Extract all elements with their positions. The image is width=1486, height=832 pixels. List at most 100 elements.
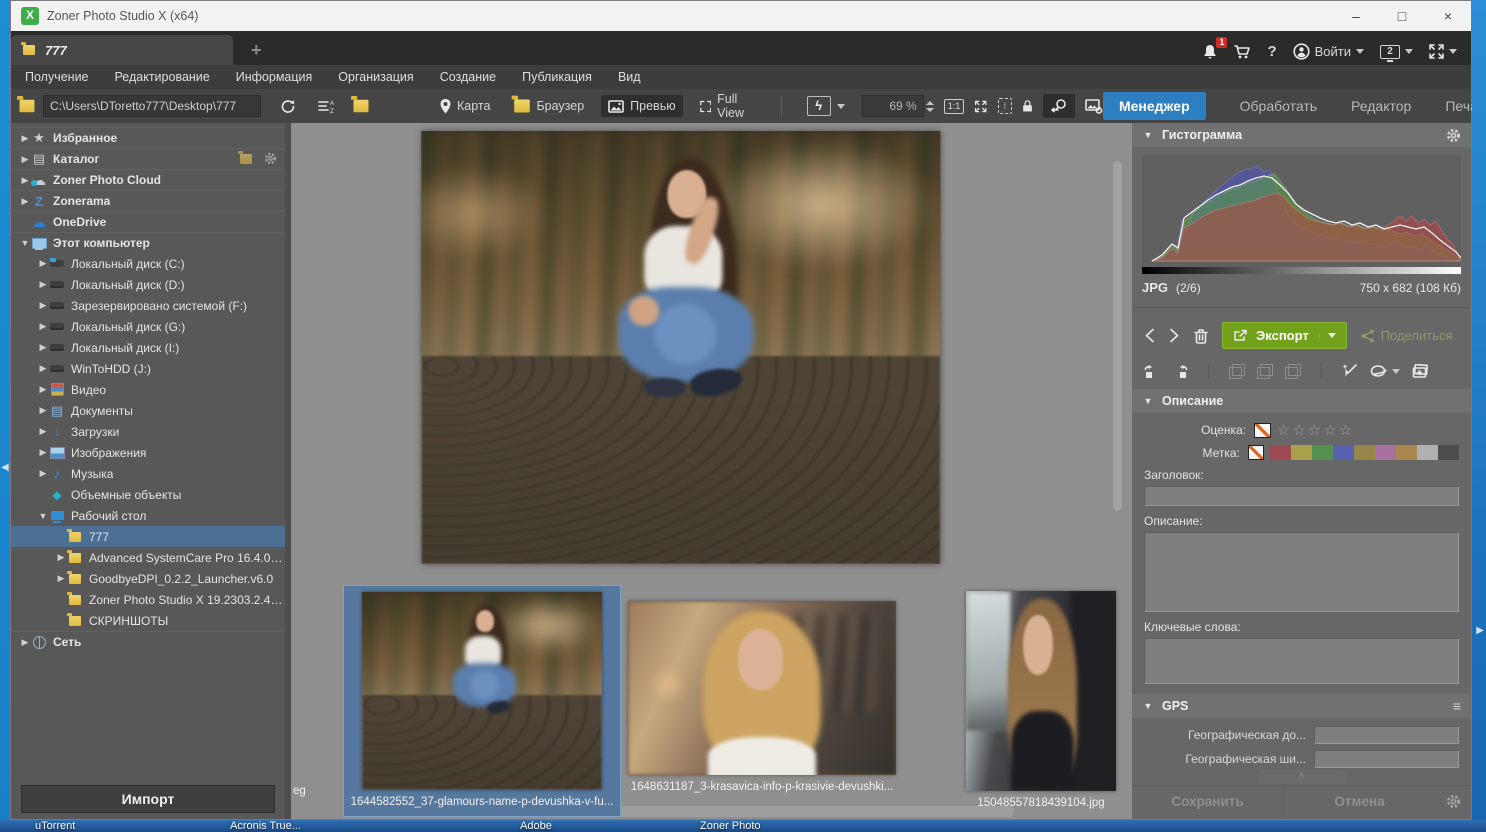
tree-expander-icon[interactable]: ▶ bbox=[37, 342, 49, 353]
sidebar-item-25[interactable]: ▶Сеть bbox=[11, 631, 285, 652]
menu-item-6[interactable]: Публикация bbox=[522, 70, 592, 84]
rating-none-icon[interactable] bbox=[1254, 423, 1271, 438]
sidebar-item-24[interactable]: СКРИНШОТЫ bbox=[11, 610, 285, 631]
menu-item-5[interactable]: Создание bbox=[440, 70, 496, 84]
desktop-icon-label-3[interactable]: Adobe bbox=[520, 820, 552, 832]
color-label-swatch-9[interactable] bbox=[1438, 445, 1459, 460]
tree-expander-icon[interactable]: ▶ bbox=[19, 637, 31, 648]
sidebar-item-19[interactable]: ▼Рабочий стол bbox=[11, 505, 285, 526]
keywords-field[interactable] bbox=[1144, 638, 1459, 684]
sidebar-item-14[interactable]: ▶Документы bbox=[11, 400, 285, 421]
sidebar-item-10[interactable]: ▶Локальный диск (G:) bbox=[11, 316, 285, 337]
zoom-1to1-button[interactable]: 1:1 bbox=[944, 99, 965, 114]
maximize-button[interactable]: □ bbox=[1379, 1, 1425, 31]
next-image-button[interactable] bbox=[1169, 328, 1180, 343]
menu-item-4[interactable]: Организация bbox=[338, 70, 413, 84]
zoom-level-field[interactable]: 69 % bbox=[862, 95, 924, 117]
remove-stack-button[interactable] bbox=[1257, 364, 1273, 378]
tree-expander-icon[interactable]: ▶ bbox=[37, 405, 49, 416]
tree-expander-icon[interactable]: ▶ bbox=[37, 258, 49, 269]
save-button[interactable]: Сохранить bbox=[1132, 786, 1283, 819]
color-label-swatch-4[interactable] bbox=[1333, 445, 1354, 460]
menu-item-2[interactable]: Редактирование bbox=[115, 70, 210, 84]
menu-item-7[interactable]: Вид bbox=[618, 70, 641, 84]
notifications-bell-icon[interactable]: 1 bbox=[1202, 44, 1218, 60]
color-label-swatch-7[interactable] bbox=[1396, 445, 1417, 460]
compare-images-button[interactable] bbox=[1085, 99, 1103, 114]
sidebar-item-22[interactable]: ▶GoodbyeDPI_0.2.2_Launcher.v6.0 bbox=[11, 568, 285, 589]
preview-button[interactable]: Превью bbox=[601, 95, 682, 117]
stack-info-button[interactable] bbox=[1285, 364, 1301, 378]
new-folder-icon[interactable] bbox=[351, 97, 371, 115]
share-button[interactable]: Поделиться bbox=[1361, 328, 1453, 343]
new-tab-button[interactable]: + bbox=[251, 40, 262, 65]
sort-icon[interactable]: AZ bbox=[318, 99, 335, 114]
copy-stack-button[interactable] bbox=[1229, 364, 1245, 378]
gps-menu-icon[interactable]: ≡ bbox=[1453, 698, 1461, 714]
catalog-gear-icon[interactable] bbox=[264, 152, 277, 165]
fullview-button[interactable]: Full View bbox=[693, 88, 763, 124]
cart-icon[interactable] bbox=[1234, 44, 1251, 60]
fullscreen-button[interactable] bbox=[1429, 44, 1457, 59]
delete-button[interactable] bbox=[1194, 328, 1208, 344]
add-folder-icon[interactable] bbox=[238, 152, 254, 166]
desktop-icon-label-1[interactable]: uTorrent bbox=[35, 820, 75, 832]
second-monitor-button[interactable]: 2 bbox=[1380, 45, 1413, 59]
sidebar-item-8[interactable]: ▶Локальный диск (D:) bbox=[11, 274, 285, 295]
sidebar-item-21[interactable]: ▶Advanced SystemCare Pro 16.4.0.22... bbox=[11, 547, 285, 568]
rotate-right-button[interactable] bbox=[1172, 364, 1188, 378]
gps-latitude-field[interactable] bbox=[1314, 750, 1459, 768]
refresh-icon[interactable] bbox=[280, 99, 296, 114]
color-label-swatch-3[interactable] bbox=[1312, 445, 1333, 460]
import-button[interactable]: Импорт bbox=[21, 785, 275, 813]
minimize-button[interactable]: – bbox=[1333, 1, 1379, 31]
panel-settings-gear-icon[interactable] bbox=[1435, 794, 1471, 812]
tree-expander-icon[interactable]: ▶ bbox=[37, 279, 49, 290]
menu-item-3[interactable]: Информация bbox=[236, 70, 313, 84]
tree-expander-icon[interactable]: ▶ bbox=[19, 154, 31, 165]
mode-button-3[interactable]: Редактор bbox=[1351, 98, 1411, 114]
pan-zoom-tool-button[interactable] bbox=[1043, 94, 1075, 118]
label-none-icon[interactable] bbox=[1248, 445, 1264, 460]
selection-mode-button[interactable]: ⁞ bbox=[998, 98, 1012, 114]
panel-collapse-handle[interactable] bbox=[1257, 770, 1347, 784]
close-button[interactable]: × bbox=[1425, 1, 1471, 31]
tree-expander-icon[interactable]: ▶ bbox=[37, 468, 49, 479]
sidebar-item-13[interactable]: ▶Видео bbox=[11, 379, 285, 400]
sidebar-item-18[interactable]: Объемные объекты bbox=[11, 484, 285, 505]
tree-expander-icon[interactable]: ▶ bbox=[37, 384, 49, 395]
quick-fix-wand-button[interactable] bbox=[1342, 363, 1358, 379]
folder-up-icon[interactable] bbox=[17, 97, 37, 115]
color-label-swatch-2[interactable] bbox=[1291, 445, 1312, 460]
tree-expander-icon[interactable]: ▶ bbox=[55, 573, 67, 584]
mode-button-2[interactable]: Обработать bbox=[1240, 98, 1317, 114]
sidebar-item-6[interactable]: ▼Этот компьютер bbox=[11, 232, 285, 253]
histogram-settings-gear-icon[interactable] bbox=[1446, 128, 1461, 143]
tree-expander-icon[interactable]: ▶ bbox=[19, 175, 31, 186]
tree-expander-icon[interactable]: ▶ bbox=[37, 426, 49, 437]
sidebar-item-20[interactable]: 777 bbox=[11, 526, 285, 547]
color-label-swatch-1[interactable] bbox=[1270, 445, 1291, 460]
histogram-header[interactable]: ▼ Гистограмма bbox=[1132, 123, 1471, 147]
tree-expander-icon[interactable]: ▶ bbox=[37, 321, 49, 332]
sidebar-item-17[interactable]: ▶Музыка bbox=[11, 463, 285, 484]
sidebar-item-15[interactable]: ▶Загрузки bbox=[11, 421, 285, 442]
tree-expander-icon[interactable]: ▶ bbox=[55, 552, 67, 563]
sidebar-item-16[interactable]: ▶Изображения bbox=[11, 442, 285, 463]
tree-expander-icon[interactable]: ▶ bbox=[19, 196, 31, 207]
cancel-button[interactable]: Отмена bbox=[1283, 786, 1435, 819]
tree-expander-icon[interactable]: ▼ bbox=[19, 238, 31, 248]
tree-expander-icon[interactable]: ▶ bbox=[37, 363, 49, 374]
sidebar-item-4[interactable]: ▶Zonerama bbox=[11, 190, 285, 211]
add-to-album-button[interactable] bbox=[1412, 364, 1429, 379]
tree-expander-icon[interactable]: ▼ bbox=[37, 511, 49, 521]
tree-expander-icon[interactable]: ▶ bbox=[37, 300, 49, 311]
quick-edits-button[interactable]: ϟ bbox=[800, 92, 852, 120]
tree-expander-icon[interactable]: ▶ bbox=[19, 133, 31, 144]
desktop-icon-label-2[interactable]: Acronis True... bbox=[230, 820, 301, 832]
path-input[interactable]: C:\Users\DToretto777\Desktop\777 bbox=[43, 95, 261, 117]
title-field[interactable] bbox=[1144, 486, 1459, 506]
description-header[interactable]: ▼ Описание bbox=[1132, 389, 1471, 413]
sidebar-item-2[interactable]: ▶Каталог bbox=[11, 148, 285, 169]
color-label-swatch-6[interactable] bbox=[1375, 445, 1396, 460]
